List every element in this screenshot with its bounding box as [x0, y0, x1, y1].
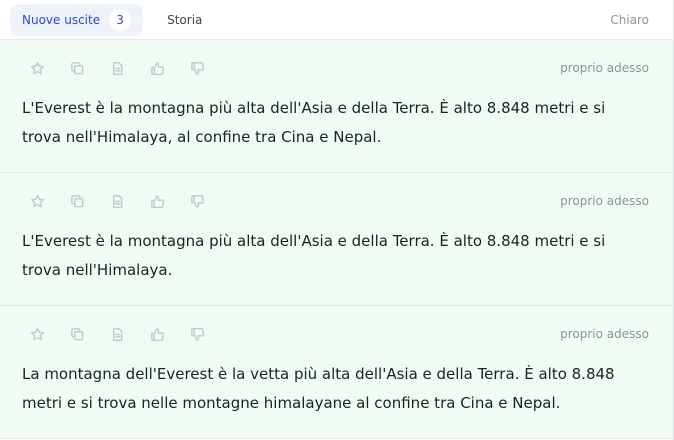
- output-card: proprio adesso L'Everest è la montagna p…: [0, 40, 673, 173]
- output-card-header: proprio adesso: [22, 324, 649, 344]
- app-window: Nuove uscite 3 Storia Chiaro proprio ade…: [0, 0, 674, 440]
- clear-button[interactable]: Chiaro: [610, 13, 649, 27]
- top-bar: Nuove uscite 3 Storia Chiaro: [0, 0, 673, 40]
- thumbs-up-icon[interactable]: [150, 191, 190, 211]
- copy-icon[interactable]: [70, 58, 110, 78]
- document-icon[interactable]: [110, 324, 150, 344]
- output-actions: [30, 58, 230, 78]
- output-actions: [30, 324, 230, 344]
- output-text: L'Everest è la montagna più alta dell'As…: [22, 99, 606, 146]
- thumbs-up-icon[interactable]: [150, 58, 190, 78]
- output-timestamp: proprio adesso: [560, 194, 649, 208]
- document-icon[interactable]: [110, 191, 150, 211]
- copy-icon[interactable]: [70, 324, 110, 344]
- document-icon[interactable]: [110, 58, 150, 78]
- output-card-header: proprio adesso: [22, 191, 649, 211]
- thumbs-up-icon[interactable]: [150, 324, 190, 344]
- star-icon[interactable]: [30, 324, 70, 344]
- tab-history-label: Storia: [167, 12, 203, 27]
- tab-new-outputs-label: Nuove uscite: [22, 12, 101, 27]
- star-icon[interactable]: [30, 58, 70, 78]
- output-timestamp: proprio adesso: [560, 61, 649, 75]
- thumbs-down-icon[interactable]: [190, 191, 230, 211]
- new-outputs-count-badge: 3: [109, 8, 132, 31]
- output-card: proprio adesso La montagna dell'Everest …: [0, 306, 673, 439]
- output-timestamp: proprio adesso: [560, 327, 649, 341]
- copy-icon[interactable]: [70, 191, 110, 211]
- thumbs-down-icon[interactable]: [190, 58, 230, 78]
- output-card: proprio adesso L'Everest è la montagna p…: [0, 173, 673, 306]
- output-actions: [30, 191, 230, 211]
- output-card-header: proprio adesso: [22, 58, 649, 78]
- tab-new-outputs[interactable]: Nuove uscite 3: [10, 3, 144, 36]
- output-text: La montagna dell'Everest è la vetta più …: [22, 365, 615, 412]
- thumbs-down-icon[interactable]: [190, 324, 230, 344]
- star-icon[interactable]: [30, 191, 70, 211]
- tab-history[interactable]: Storia: [155, 4, 214, 36]
- output-text: L'Everest è la montagna più alta dell'As…: [22, 232, 606, 279]
